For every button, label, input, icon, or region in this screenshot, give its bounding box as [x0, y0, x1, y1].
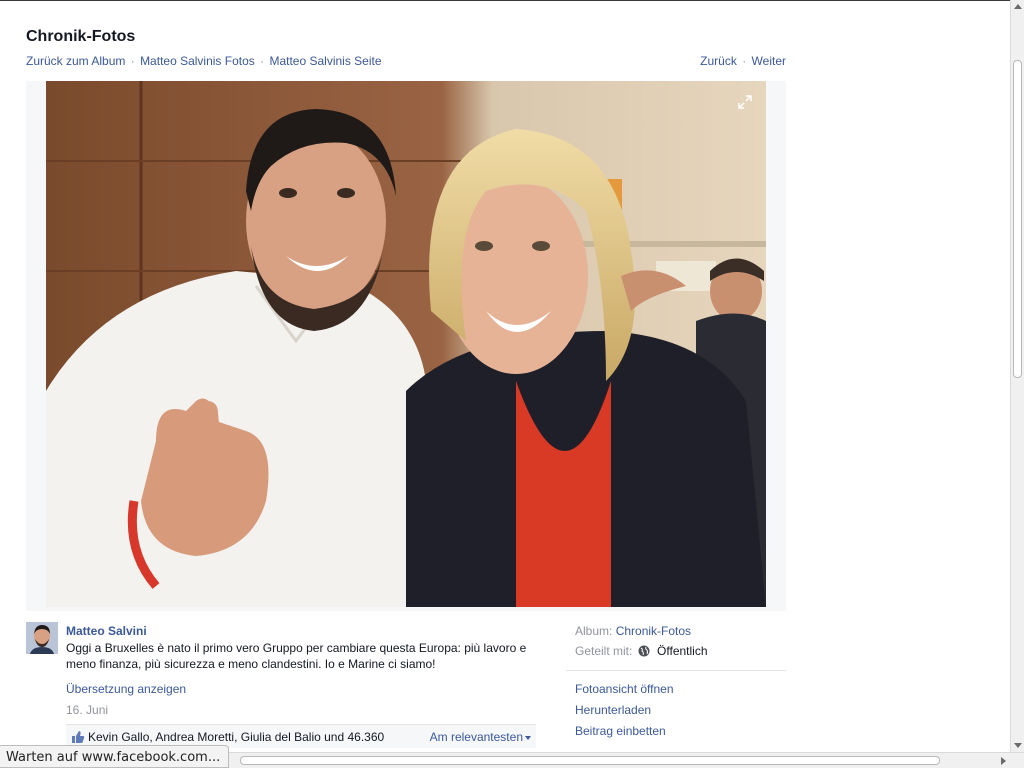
breadcrumb: Zurück zum Album · Matteo Salvinis Fotos…: [26, 54, 382, 68]
post-date[interactable]: 16. Juni: [66, 703, 108, 717]
embed-post-link[interactable]: Beitrag einbetten: [575, 724, 674, 745]
photo-navigation: Zurück · Weiter: [700, 54, 786, 68]
breadcrumb-separator: ·: [260, 54, 265, 68]
photo[interactable]: [46, 81, 766, 607]
open-photo-view-link[interactable]: Fotoansicht öffnen: [575, 682, 674, 703]
album-link[interactable]: Chronik-Fotos: [616, 624, 691, 638]
comment-sort-label: Am relevantesten: [429, 730, 523, 744]
comment-sort-dropdown[interactable]: Am relevantesten: [430, 730, 531, 744]
vertical-scroll-thumb[interactable]: [1013, 60, 1022, 378]
audience-value[interactable]: Öffentlich: [657, 644, 707, 658]
browser-status-bar: Warten auf www.facebook.com...: [0, 745, 230, 768]
photo-stage: [26, 81, 786, 611]
globe-icon: [638, 645, 650, 657]
salvini-photos-link[interactable]: Matteo Salvinis Fotos: [140, 54, 255, 68]
download-link[interactable]: Herunterladen: [575, 703, 674, 724]
nav-separator: ·: [742, 54, 747, 68]
expand-icon[interactable]: [738, 95, 752, 109]
scroll-down-icon[interactable]: [1014, 743, 1022, 748]
album-label: Album:: [575, 624, 613, 638]
next-photo-link[interactable]: Weiter: [752, 54, 786, 68]
shared-with-label: Geteilt mit:: [575, 644, 633, 658]
previous-photo-link[interactable]: Zurück: [700, 54, 737, 68]
vertical-scrollbar[interactable]: [1010, 0, 1024, 752]
likers-summary[interactable]: Kevin Gallo, Andrea Moretti, Giulia del …: [88, 730, 384, 744]
page-title: Chronik-Fotos: [26, 28, 136, 45]
post-text: Oggi a Bruxelles è nato il primo vero Gr…: [66, 641, 527, 671]
back-to-album-link[interactable]: Zurück zum Album: [26, 54, 125, 68]
breadcrumb-separator: ·: [130, 54, 135, 68]
show-translation-link[interactable]: Übersetzung anzeigen: [66, 682, 186, 696]
caret-down-icon: [525, 735, 531, 740]
photo-actions: Fotoansicht öffnen Herunterladen Beitrag…: [575, 682, 674, 745]
meta-divider: [566, 670, 786, 671]
thumbs-up-icon: [71, 730, 85, 744]
scroll-right-icon[interactable]: [1001, 757, 1006, 765]
photo-meta: Album: Chronik-Fotos Geteilt mit: Öffent…: [575, 624, 708, 664]
scroll-up-icon[interactable]: [1014, 4, 1022, 9]
post-author-link[interactable]: Matteo Salvini: [66, 624, 147, 638]
photo-image: [46, 81, 766, 607]
salvini-page-link[interactable]: Matteo Salvinis Seite: [269, 54, 381, 68]
horizontal-scroll-thumb[interactable]: [240, 756, 940, 765]
photo-viewer-page: Chronik-Fotos Zurück zum Album · Matteo …: [0, 0, 1010, 752]
author-avatar[interactable]: [26, 622, 58, 654]
